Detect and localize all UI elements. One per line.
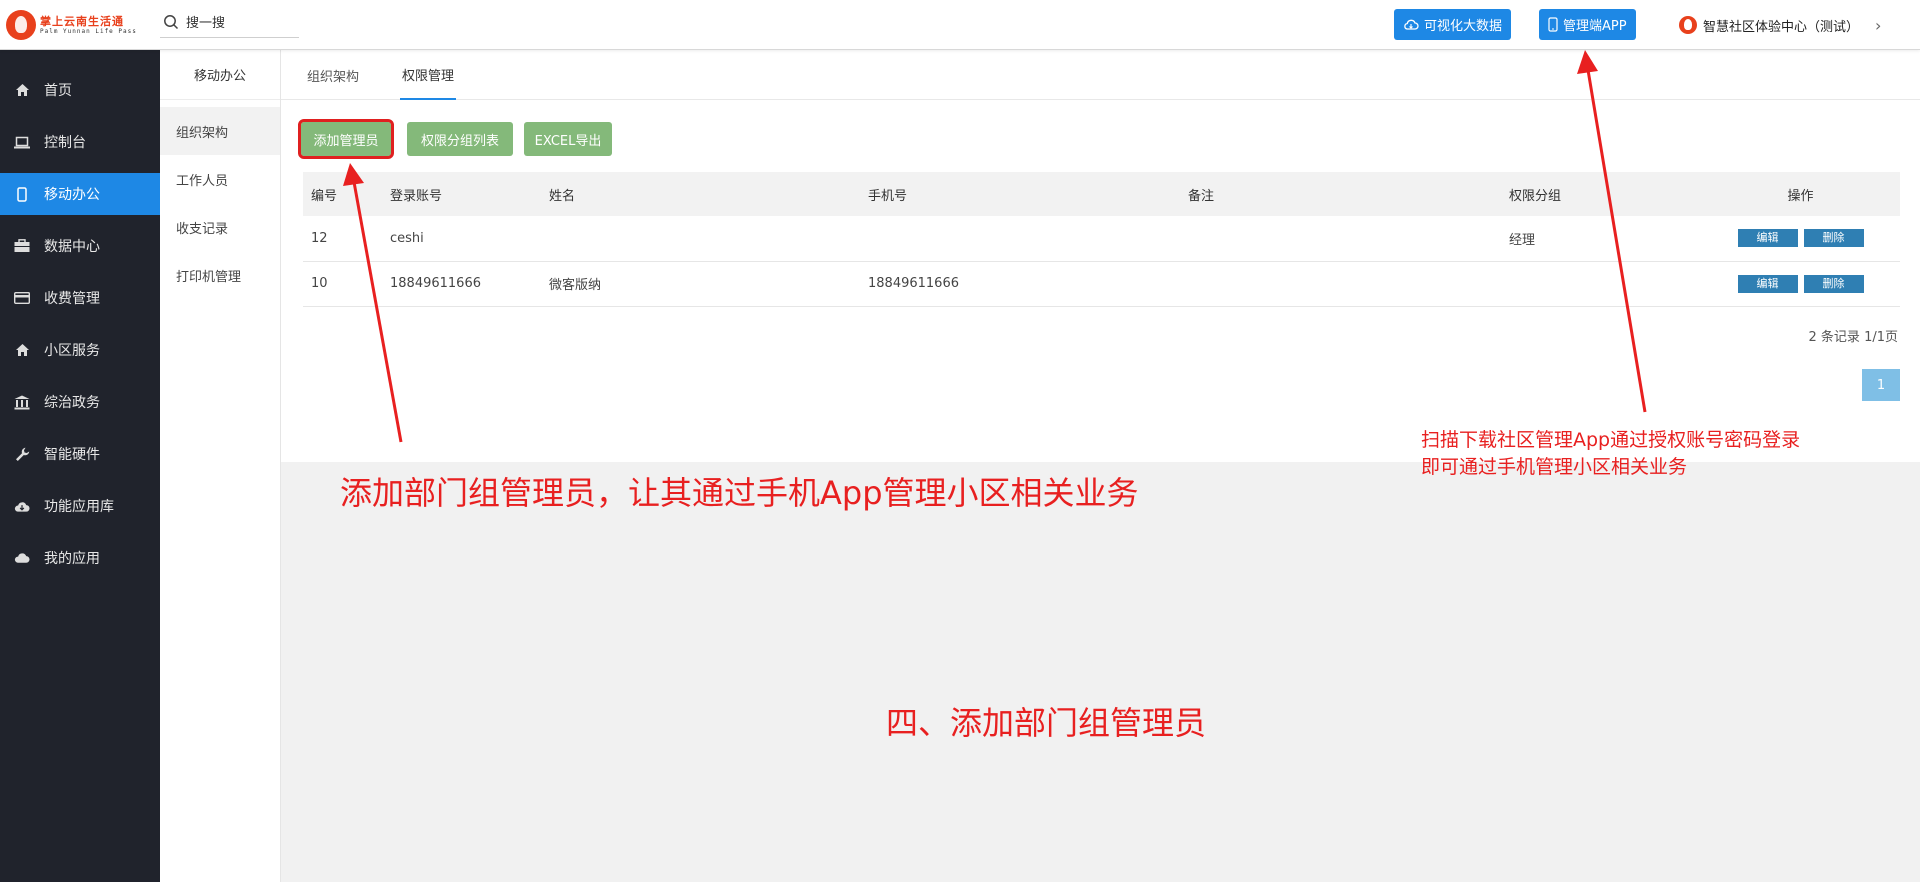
sidebar-item-label: 数据中心 [44, 239, 100, 255]
permission-group-list-button[interactable]: 权限分组列表 [407, 122, 513, 156]
annotation-admin-app: 扫描下载社区管理App通过授权账号密码登录 即可通过手机管理小区相关业务 [1421, 427, 1800, 481]
column-header: 操作 [1701, 172, 1900, 216]
cell-group [1501, 261, 1701, 307]
mobile-icon [1548, 17, 1558, 32]
edit-button[interactable]: 编辑 [1737, 229, 1798, 248]
cell-note [1180, 216, 1501, 262]
logo-icon [6, 10, 36, 40]
org-switcher[interactable]: 智慧社区体验中心（测试） › [1679, 14, 1881, 36]
sidebar-item-governance[interactable]: 综治政务 [0, 381, 160, 423]
sidebar-item-label: 我的应用 [44, 551, 100, 567]
column-header: 权限分组 [1501, 172, 1701, 216]
top-bar: 掌上云南生活通 Palm Yunnan Life Pass 可视化大数据 管理端… [0, 0, 1920, 50]
annotation-admin-app-line-1: 扫描下载社区管理App通过授权账号密码登录 [1421, 429, 1801, 451]
admin-app-button[interactable]: 管理端APP [1539, 9, 1636, 40]
sidebar-item-console[interactable]: 控制台 [0, 121, 160, 163]
sidebar-item-smart-hardware[interactable]: 智能硬件 [0, 433, 160, 475]
home-icon [14, 342, 30, 358]
excel-export-button[interactable]: EXCEL导出 [524, 122, 612, 156]
home-icon [14, 82, 30, 98]
column-header: 登录账号 [382, 172, 541, 216]
column-header: 备注 [1180, 172, 1501, 216]
org-logo-icon [1679, 16, 1697, 34]
submenu: 移动办公 组织架构 工作人员 收支记录 打印机管理 [160, 50, 281, 882]
sidebar-item-label: 功能应用库 [44, 499, 114, 515]
cell-name [541, 216, 860, 262]
chevron-right-icon: › [1875, 15, 1882, 35]
submenu-item-printer[interactable]: 打印机管理 [160, 251, 280, 299]
cell-phone: 18849611666 [860, 261, 1180, 307]
annotation-add-admin: 添加部门组管理员，让其通过手机App管理小区相关业务 [340, 474, 1139, 512]
search-icon[interactable] [163, 14, 179, 30]
bigdata-button[interactable]: 可视化大数据 [1394, 9, 1512, 40]
tab-permissions[interactable]: 权限管理 [400, 50, 457, 100]
sidebar-item-label: 控制台 [44, 135, 86, 151]
admin-app-label: 管理端APP [1563, 19, 1627, 34]
sidebar: 首页 控制台 移动办公 数据中心 收费管理 小区服务 综治政务 智能硬件 功能应… [0, 50, 160, 882]
briefcase-icon [14, 238, 30, 254]
org-name: 智慧社区体验中心（测试） [1703, 19, 1860, 35]
sidebar-item-mobile-office[interactable]: 移动办公 [0, 173, 160, 215]
mobile-icon [14, 186, 30, 202]
table-row: 10 18849611666 微客版纳 18849611666 编辑 删除 [303, 261, 1900, 307]
add-admin-button[interactable]: 添加管理员 [298, 119, 394, 159]
tab-org-structure[interactable]: 组织架构 [305, 50, 361, 100]
logo[interactable]: 掌上云南生活通 Palm Yunnan Life Pass [6, 10, 156, 42]
cell-note [1180, 261, 1501, 307]
sidebar-item-label: 综治政务 [44, 395, 100, 411]
submenu-title: 移动办公 [160, 50, 280, 100]
cell-name: 微客版纳 [541, 261, 860, 307]
edit-button[interactable]: 编辑 [1737, 274, 1798, 293]
sidebar-item-label: 收费管理 [44, 291, 100, 307]
cloud-icon [14, 550, 30, 566]
tab-bar: 组织架构 权限管理 [281, 50, 1920, 100]
annotation-step-title: 四、添加部门组管理员 [886, 704, 1207, 742]
cloud-download-icon [14, 498, 30, 514]
cell-actions: 编辑 删除 [1701, 261, 1900, 307]
sidebar-item-my-apps[interactable]: 我的应用 [0, 537, 160, 579]
laptop-icon [14, 134, 30, 150]
card-icon [14, 290, 30, 306]
sidebar-item-app-library[interactable]: 功能应用库 [0, 485, 160, 527]
cell-account: ceshi [382, 216, 541, 262]
delete-button[interactable]: 删除 [1803, 274, 1864, 293]
annotation-admin-app-line-2: 即可通过手机管理小区相关业务 [1421, 456, 1688, 478]
cell-id: 10 [303, 261, 382, 307]
sidebar-item-community-service[interactable]: 小区服务 [0, 329, 160, 371]
logo-subtitle: Palm Yunnan Life Pass [40, 28, 137, 35]
column-header: 编号 [303, 172, 382, 216]
submenu-item-staff[interactable]: 工作人员 [160, 155, 280, 203]
search-box [160, 8, 299, 38]
search-input[interactable] [186, 12, 296, 34]
sidebar-item-label: 智能硬件 [44, 447, 100, 463]
sidebar-item-label: 首页 [44, 83, 72, 99]
column-header: 姓名 [541, 172, 860, 216]
bigdata-label: 可视化大数据 [1424, 19, 1503, 34]
logo-text: 掌上云南生活通 [40, 15, 124, 28]
wrench-icon [14, 446, 30, 462]
column-header: 手机号 [860, 172, 1180, 216]
cell-group: 经理 [1501, 216, 1701, 262]
sidebar-item-billing[interactable]: 收费管理 [0, 277, 160, 319]
cell-actions: 编辑 删除 [1701, 216, 1900, 262]
sidebar-item-label: 小区服务 [44, 343, 100, 359]
bank-icon [14, 394, 30, 410]
delete-button[interactable]: 删除 [1803, 229, 1864, 248]
cell-account: 18849611666 [382, 261, 541, 307]
submenu-item-org[interactable]: 组织架构 [160, 107, 280, 155]
sidebar-item-data-center[interactable]: 数据中心 [0, 225, 160, 267]
table-row: 12 ceshi 经理 编辑 删除 [303, 216, 1900, 262]
page-button-1[interactable]: 1 [1862, 369, 1900, 401]
cell-id: 12 [303, 216, 382, 262]
submenu-item-finance[interactable]: 收支记录 [160, 203, 280, 251]
cloud-icon [1404, 19, 1419, 30]
admin-table: 编号 登录账号 姓名 手机号 备注 权限分组 操作 12 ceshi 经理 编辑… [303, 172, 1900, 307]
cell-phone [860, 216, 1180, 262]
table-header-row: 编号 登录账号 姓名 手机号 备注 权限分组 操作 [303, 172, 1900, 216]
sidebar-item-home[interactable]: 首页 [0, 69, 160, 111]
main-panel: 组织架构 权限管理 添加管理员 权限分组列表 EXCEL导出 编号 登录账号 姓… [281, 50, 1920, 462]
record-summary: 2 条记录 1/1页 [1808, 330, 1898, 345]
sidebar-item-label: 移动办公 [44, 187, 100, 203]
